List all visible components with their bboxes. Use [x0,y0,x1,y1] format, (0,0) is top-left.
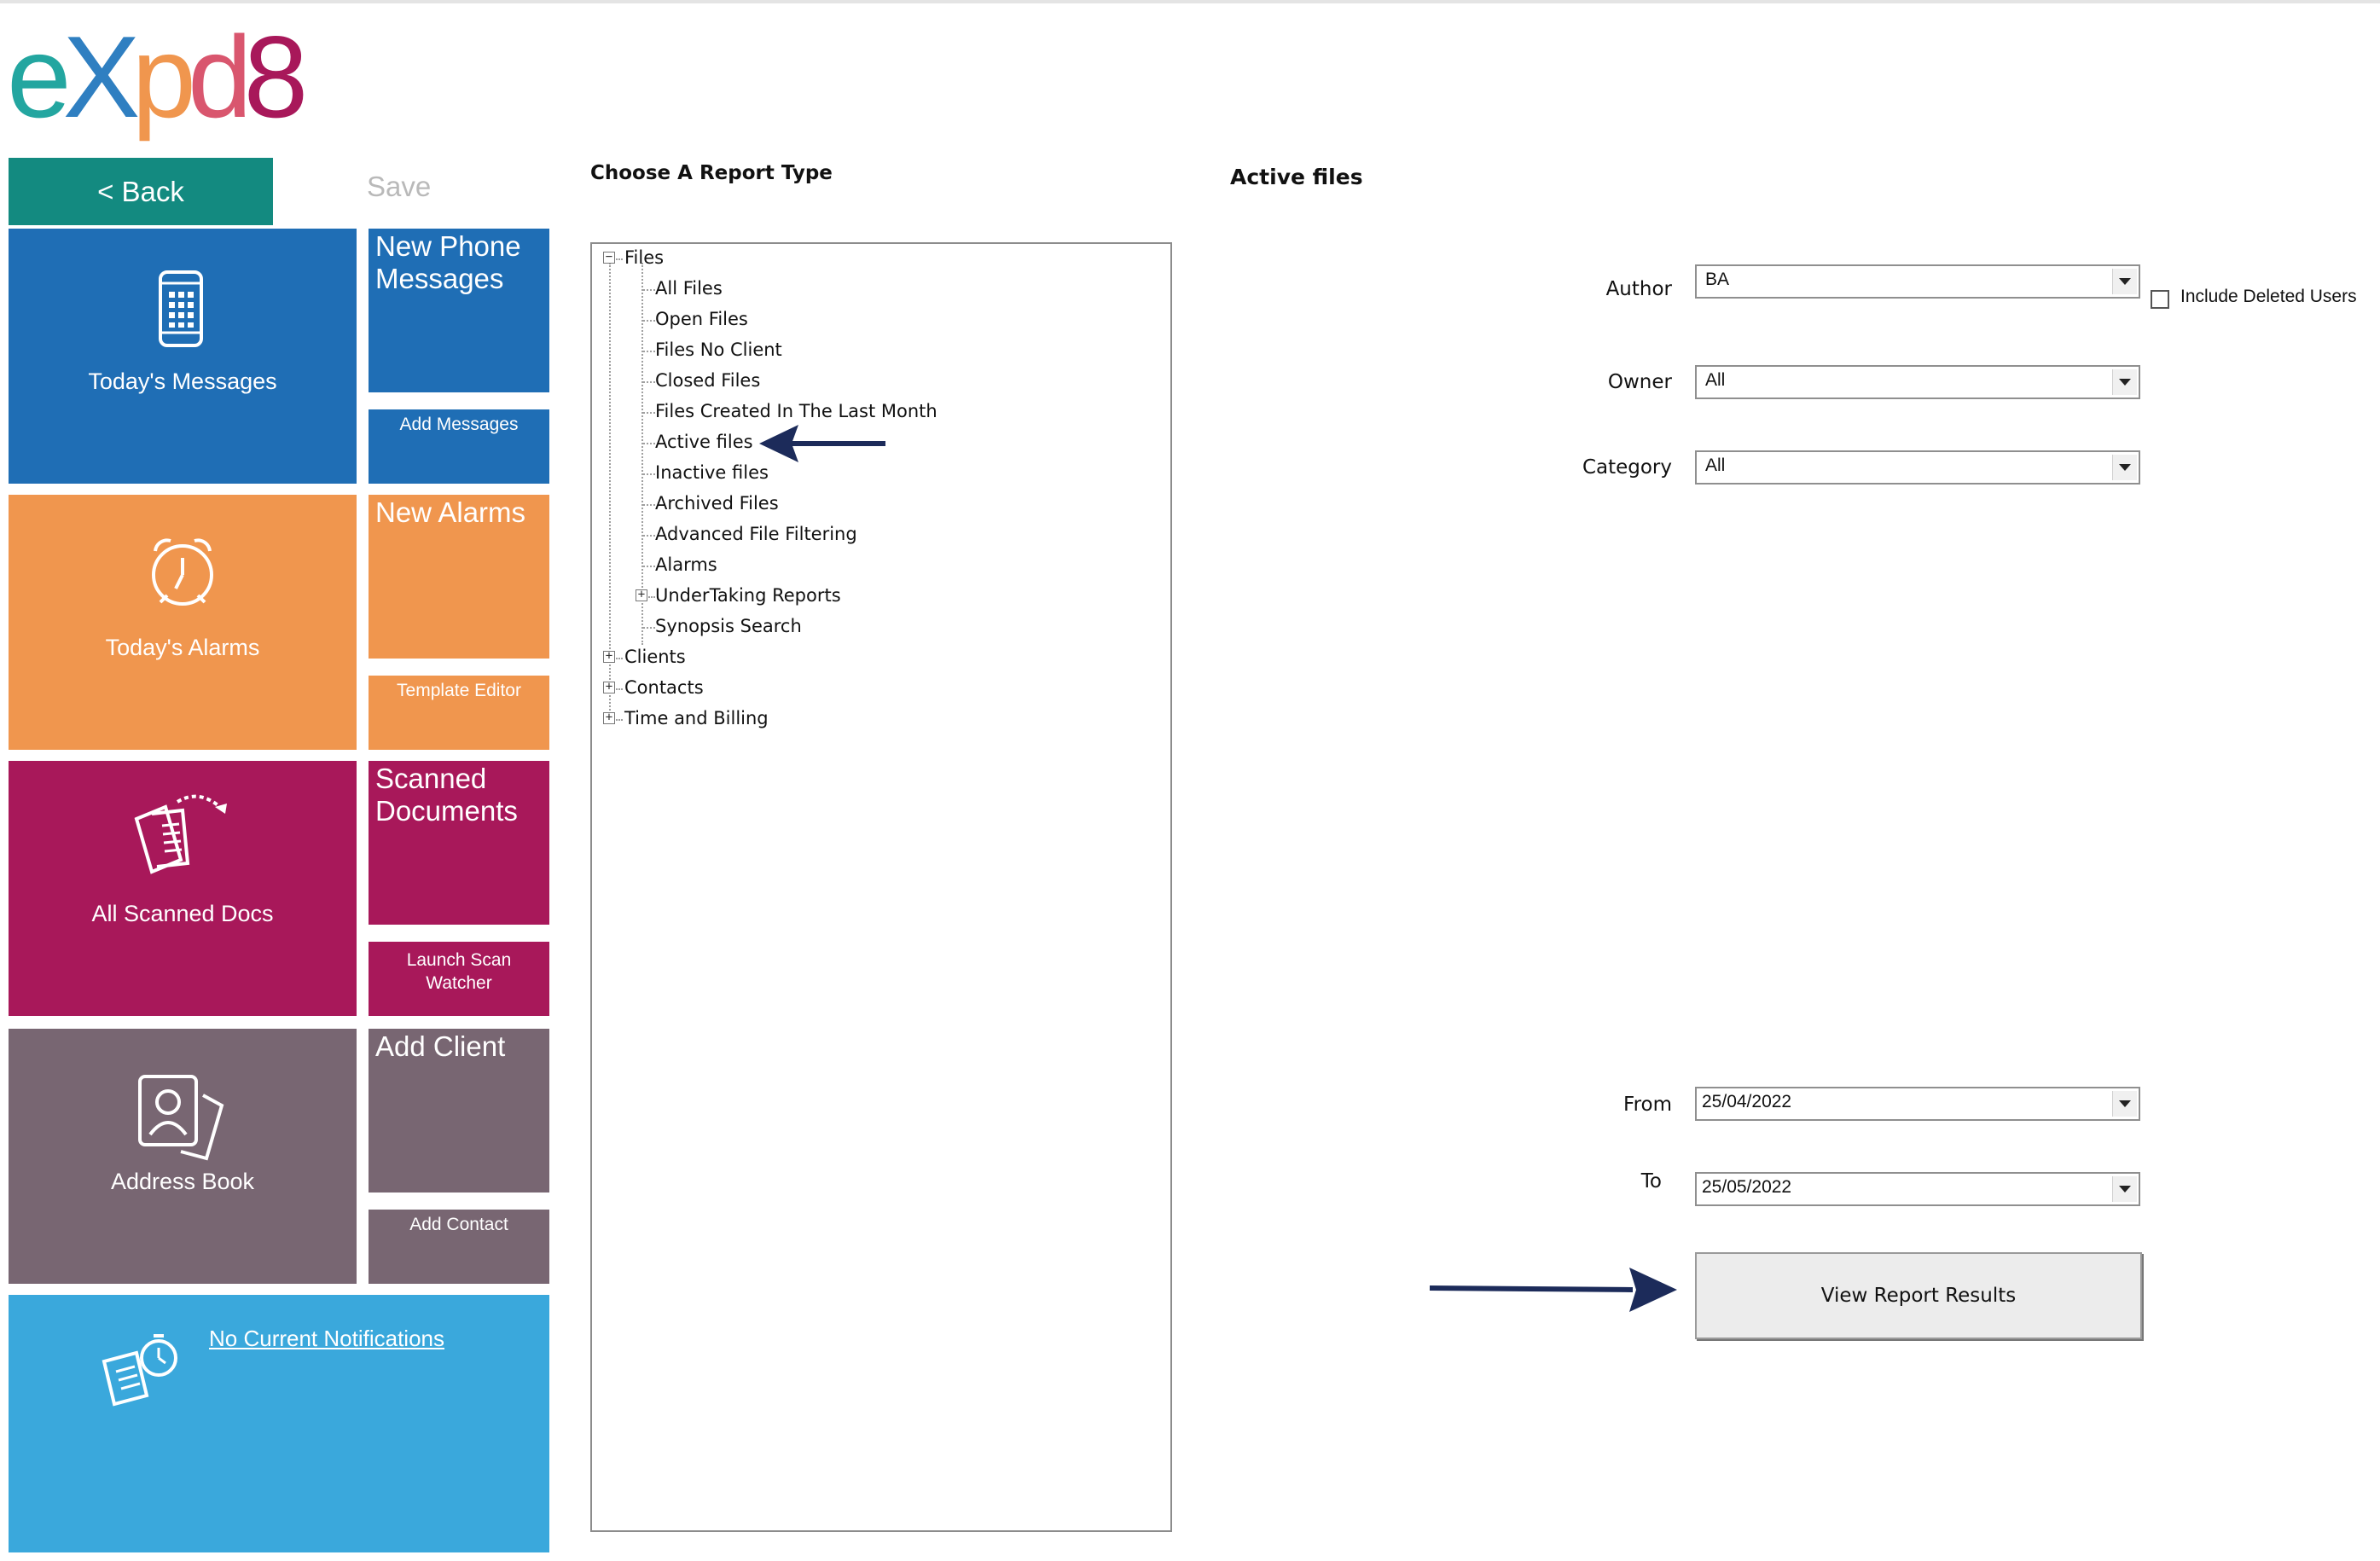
tree-item-closed-files[interactable]: Closed Files [655,368,760,392]
tree-item-open-files[interactable]: Open Files [655,307,748,331]
annotation-arrow-active-files [759,425,885,462]
to-date-value: 25/05/2022 [1702,1177,1792,1197]
from-date-value: 25/04/2022 [1702,1092,1792,1111]
to-date-picker[interactable]: 25/05/2022 [1695,1172,2140,1206]
new-phone-messages-label: New Phone Messages [375,230,521,294]
from-date-picker[interactable]: 25/04/2022 [1695,1087,2140,1121]
todays-messages-tile[interactable]: Today's Messages [9,229,357,484]
choose-report-type-heading: Choose A Report Type [590,162,833,184]
template-editor-label: Template Editor [397,681,521,700]
notifications-tile: No Current Notifications [9,1295,549,1552]
expand-icon[interactable]: + [603,650,615,663]
tree-item-clients[interactable]: Clients [624,645,686,669]
to-label: To [1640,1170,1662,1193]
todays-alarms-label: Today's Alarms [105,635,260,660]
chevron-down-icon[interactable] [2112,1091,2137,1117]
address-book-tile[interactable]: Address Book [9,1029,357,1284]
launch-scan-watcher-button[interactable]: Launch Scan Watcher [369,942,549,1016]
owner-label: Owner [1607,371,1672,393]
author-select[interactable]: BA [1695,264,2140,299]
tree-item-time-and-billing[interactable]: Time and Billing [624,706,769,730]
scanned-documents-tile[interactable]: Scanned Documents [369,761,549,925]
new-alarms-label: New Alarms [375,496,526,528]
selected-report-title: Active files [1230,165,1363,189]
all-scanned-docs-label: All Scanned Docs [91,901,274,926]
add-messages-button[interactable]: Add Messages [369,409,549,484]
address-book-label: Address Book [110,1169,255,1194]
author-label: Author [1605,278,1672,300]
new-phone-messages-tile[interactable]: New Phone Messages [369,229,549,392]
expd8-logo: eXpd8 [7,12,308,142]
author-value: BA [1705,270,1730,289]
new-alarms-tile[interactable]: New Alarms [369,495,549,659]
tree-item-alarms[interactable]: Alarms [655,553,717,577]
tree-item-inactive-files[interactable]: Inactive files [655,461,769,485]
todays-messages-label: Today's Messages [88,368,277,394]
include-deleted-users-checkbox[interactable] [2151,290,2169,309]
add-messages-label: Add Messages [399,415,519,434]
notification-clipboard-icon [97,1329,191,1413]
tree-item-synopsis-search[interactable]: Synopsis Search [655,614,802,638]
annotation-arrow-view-report [1429,1268,1677,1312]
owner-value: All [1705,370,1726,390]
expand-icon[interactable]: + [603,711,615,724]
contact-card-icon [135,1073,229,1162]
top-border [0,0,2380,3]
tree-item-undertaking-reports[interactable]: UnderTaking Reports [655,583,841,607]
save-button[interactable]: Save [367,171,461,213]
tree-item-advanced-file-filtering[interactable]: Advanced File Filtering [655,522,857,546]
include-deleted-users-label: Include Deleted Users [2180,287,2357,306]
collapse-icon[interactable]: − [603,251,615,264]
back-button[interactable]: < Back [9,158,273,225]
view-report-results-button[interactable]: View Report Results [1695,1252,2142,1339]
add-client-label: Add Client [375,1030,506,1062]
tree-item-files-created-last-month[interactable]: Files Created In The Last Month [655,399,937,423]
owner-select[interactable]: All [1695,365,2140,399]
all-scanned-docs-tile[interactable]: All Scanned Docs [9,761,357,1016]
launch-scan-watcher-label: Launch Scan Watcher [406,950,512,993]
no-current-notifications-link[interactable]: No Current Notifications [209,1326,444,1352]
category-value: All [1705,456,1726,475]
tree-item-files[interactable]: Files [624,246,664,270]
add-client-tile[interactable]: Add Client [369,1029,549,1193]
tree-item-contacts[interactable]: Contacts [624,676,704,699]
add-contact-button[interactable]: Add Contact [369,1210,549,1284]
todays-alarms-tile[interactable]: Today's Alarms [9,495,357,750]
chevron-down-icon[interactable] [2112,369,2137,395]
expand-icon[interactable]: + [603,681,615,693]
expand-icon[interactable]: + [636,589,647,601]
chevron-down-icon[interactable] [2112,455,2137,480]
category-select[interactable]: All [1695,450,2140,485]
add-contact-label: Add Contact [409,1215,508,1234]
chevron-down-icon[interactable] [2112,1176,2137,1202]
phone-icon [157,270,205,348]
tree-item-files-no-client[interactable]: Files No Client [655,338,782,362]
tree-item-active-files[interactable]: Active files [655,430,753,454]
tree-item-archived-files[interactable]: Archived Files [655,491,779,515]
template-editor-button[interactable]: Template Editor [369,676,549,750]
tree-item-all-files[interactable]: All Files [655,276,723,300]
chevron-down-icon[interactable] [2112,269,2137,294]
alarm-clock-icon [143,532,222,611]
documents-icon [126,788,237,882]
category-label: Category [1582,456,1672,479]
from-label: From [1623,1094,1672,1116]
scanned-documents-label: Scanned Documents [375,763,518,827]
